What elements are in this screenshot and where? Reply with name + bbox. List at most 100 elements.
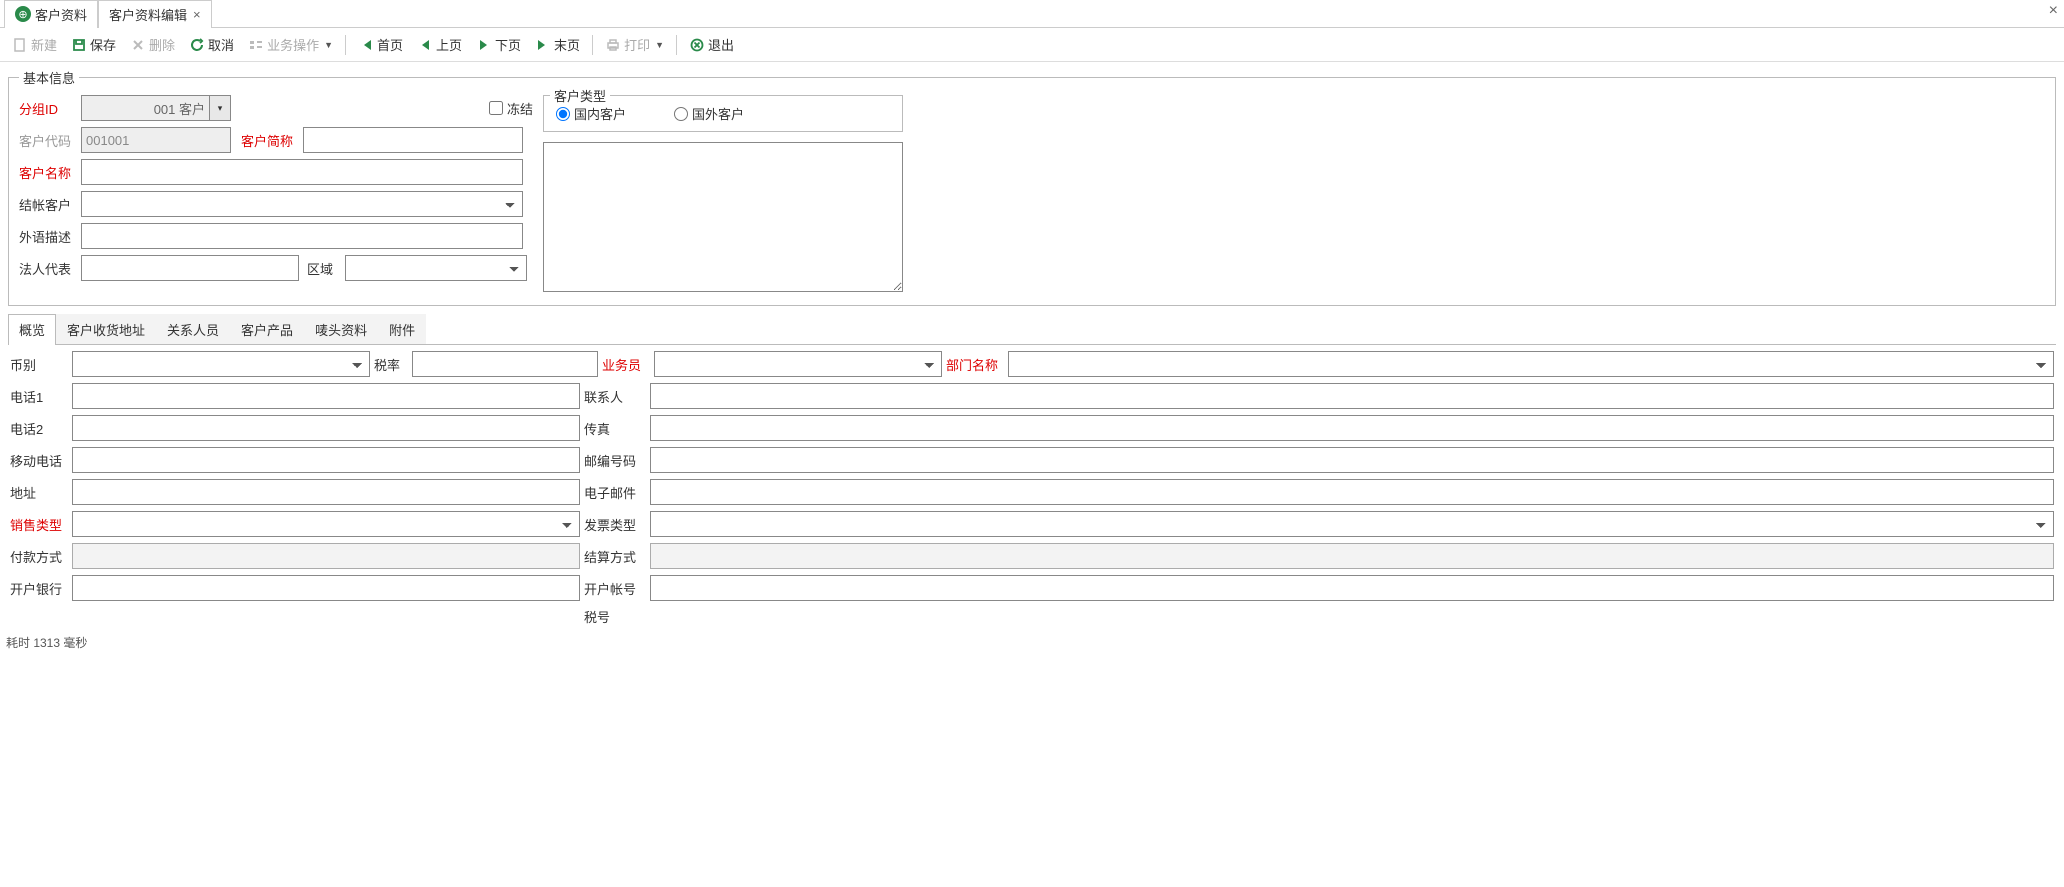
groupid-input <box>81 95 209 121</box>
radio-foreign-text: 国外客户 <box>692 104 744 123</box>
custname-input[interactable] <box>81 159 523 185</box>
radio-foreign[interactable] <box>674 107 688 121</box>
subtab-overview[interactable]: 概览 <box>8 314 56 344</box>
window-close-icon[interactable]: × <box>2049 2 2058 20</box>
currency-select[interactable] <box>72 351 370 377</box>
radio-foreign-label[interactable]: 国外客户 <box>674 104 744 123</box>
print-icon <box>605 37 621 53</box>
phone2-input[interactable] <box>72 415 580 441</box>
tab-bar: ⊕ 客户资料 客户资料编辑 × × <box>0 0 2064 28</box>
first-icon <box>358 37 374 53</box>
salestype-select[interactable] <box>72 511 580 537</box>
subtab-bar: 概览 客户收货地址 关系人员 客户产品 唛头资料 附件 <box>8 314 2056 345</box>
freeze-checkbox-label[interactable]: 冻结 <box>489 99 533 118</box>
close-icon[interactable]: × <box>193 7 201 22</box>
exit-button[interactable]: 退出 <box>683 32 740 57</box>
custtype-legend: 客户类型 <box>550 86 610 105</box>
notes-textarea[interactable] <box>543 142 903 292</box>
prev-label: 上页 <box>436 35 462 54</box>
phone1-input[interactable] <box>72 383 580 409</box>
print-label: 打印 <box>624 35 650 54</box>
legalrep-label: 法人代表 <box>19 259 77 278</box>
delete-icon <box>130 37 146 53</box>
currency-label: 币别 <box>10 355 68 374</box>
overview-panel: 币别 税率 业务员 部门名称 电话1 联系人 电话2 传真 移动电话 邮编号码 … <box>8 345 2056 632</box>
groupid-combo[interactable]: ▾ <box>81 95 231 121</box>
first-button[interactable]: 首页 <box>352 32 409 57</box>
bizop-button[interactable]: 业务操作 ▼ <box>242 32 339 57</box>
custcode-input <box>81 127 231 153</box>
basic-legend: 基本信息 <box>19 68 79 87</box>
prev-button[interactable]: 上页 <box>411 32 468 57</box>
email-input[interactable] <box>650 479 2054 505</box>
bank-input[interactable] <box>72 575 580 601</box>
deptname-select[interactable] <box>1008 351 2054 377</box>
tab-label: 客户资料 <box>35 5 87 24</box>
invoicetype-label: 发票类型 <box>584 515 646 534</box>
mobile-input[interactable] <box>72 447 580 473</box>
freeze-text: 冻结 <box>507 99 533 118</box>
shortname-input[interactable] <box>303 127 523 153</box>
region-label: 区域 <box>307 259 341 278</box>
salestype-label: 销售类型 <box>10 515 68 534</box>
prev-icon <box>417 37 433 53</box>
subtab-shipaddr[interactable]: 客户收货地址 <box>56 314 156 344</box>
email-label: 电子邮件 <box>584 483 646 502</box>
zipcode-input[interactable] <box>650 447 2054 473</box>
next-button[interactable]: 下页 <box>470 32 527 57</box>
content-area: 基本信息 分组ID ▾ 冻结 客户代码 客户简称 <box>0 62 2064 632</box>
last-button[interactable]: 末页 <box>529 32 586 57</box>
taxno-label: 税号 <box>584 607 646 626</box>
radio-domestic-label[interactable]: 国内客户 <box>556 104 626 123</box>
dropdown-icon: ▼ <box>324 40 333 50</box>
region-select[interactable] <box>345 255 527 281</box>
shortname-label: 客户简称 <box>241 131 299 150</box>
paymethod-select <box>72 543 580 569</box>
cancel-button[interactable]: 取消 <box>183 32 240 57</box>
fax-label: 传真 <box>584 419 646 438</box>
zipcode-label: 邮编号码 <box>584 451 646 470</box>
dropdown-icon: ▼ <box>655 40 664 50</box>
save-icon <box>71 37 87 53</box>
address-input[interactable] <box>72 479 580 505</box>
billcust-select[interactable] <box>81 191 523 217</box>
radio-domestic[interactable] <box>556 107 570 121</box>
separator <box>345 35 346 55</box>
freeze-checkbox[interactable] <box>489 101 503 115</box>
contact-input[interactable] <box>650 383 2054 409</box>
settlemethod-label: 结算方式 <box>584 547 646 566</box>
fax-input[interactable] <box>650 415 2054 441</box>
address-label: 地址 <box>10 483 68 502</box>
subtab-attach[interactable]: 附件 <box>378 314 426 344</box>
salesperson-select[interactable] <box>654 351 942 377</box>
save-label: 保存 <box>90 35 116 54</box>
account-input[interactable] <box>650 575 2054 601</box>
delete-button[interactable]: 删除 <box>124 32 181 57</box>
app-icon: ⊕ <box>15 6 31 22</box>
groupid-label: 分组ID <box>19 99 77 118</box>
subtab-contacts[interactable]: 关系人员 <box>156 314 230 344</box>
custname-label: 客户名称 <box>19 163 77 182</box>
tab-customer-edit[interactable]: 客户资料编辑 × <box>98 0 212 28</box>
dropdown-icon[interactable]: ▾ <box>209 95 231 121</box>
legalrep-input[interactable] <box>81 255 299 281</box>
taxrate-input[interactable] <box>412 351 598 377</box>
bank-label: 开户银行 <box>10 579 68 598</box>
subtab-products[interactable]: 客户产品 <box>230 314 304 344</box>
account-label: 开户帐号 <box>584 579 646 598</box>
salesperson-label: 业务员 <box>602 355 650 374</box>
phone1-label: 电话1 <box>10 387 68 406</box>
new-button[interactable]: 新建 <box>6 32 63 57</box>
tab-label: 客户资料编辑 <box>109 5 187 24</box>
print-button[interactable]: 打印 ▼ <box>599 32 670 57</box>
invoicetype-select[interactable] <box>650 511 2054 537</box>
bizop-label: 业务操作 <box>267 35 319 54</box>
bizop-icon <box>248 37 264 53</box>
radio-domestic-text: 国内客户 <box>574 104 626 123</box>
save-button[interactable]: 保存 <box>65 32 122 57</box>
separator <box>676 35 677 55</box>
last-icon <box>535 37 551 53</box>
tab-customer-data[interactable]: ⊕ 客户资料 <box>4 0 98 28</box>
foreigndesc-input[interactable] <box>81 223 523 249</box>
subtab-marks[interactable]: 唛头资料 <box>304 314 378 344</box>
